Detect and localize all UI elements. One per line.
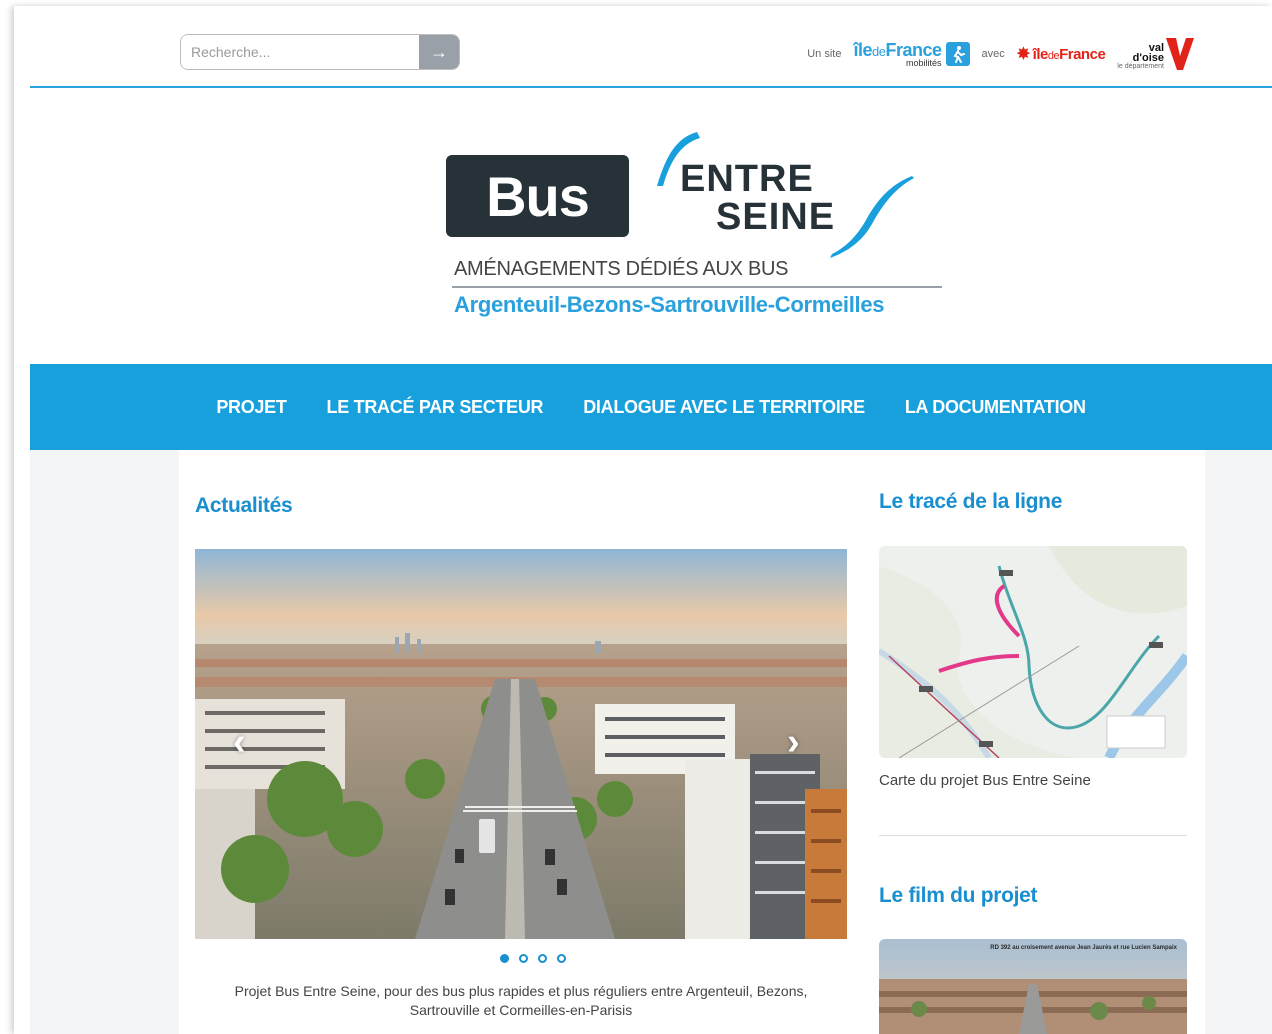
sidebar-divider	[879, 835, 1187, 836]
trace-heading: Le tracé de la ligne	[879, 490, 1063, 513]
film-overlay-text: RD 392 au croisement avenue Jean Jaurès …	[990, 945, 1177, 951]
carousel-next-button[interactable]: ›	[787, 721, 800, 764]
un-site-label: Un site	[807, 48, 842, 60]
news-caption: Projet Bus Entre Seine, pour des bus plu…	[234, 983, 808, 1018]
news-heading: Actualités	[195, 494, 293, 517]
top-bar: → Un site îledeFrance mobilités avec ✸ î…	[30, 6, 1272, 88]
carousel-dot-2[interactable]	[519, 954, 528, 963]
carousel-dot-3[interactable]	[538, 954, 547, 963]
chevron-right-icon: ›	[787, 721, 800, 763]
chevron-left-icon: ‹	[233, 721, 246, 763]
arrow-right-icon: →	[430, 41, 448, 62]
avec-label: avec	[981, 48, 1005, 60]
logo-cities: Argenteuil-Bezons-Sartrouville-Cormeille…	[454, 292, 885, 317]
carousel-prev-button[interactable]: ‹	[233, 721, 246, 764]
bus-wordmark: Bus	[446, 155, 629, 237]
logo-tagline: AMÉNAGEMENTS DÉDIÉS AUX BUS	[454, 258, 789, 280]
nav-item-projet[interactable]: PROJET	[216, 397, 287, 418]
star-icon: ✸	[1016, 46, 1030, 63]
walking-person-icon	[945, 42, 970, 66]
news-slide-image	[195, 549, 847, 939]
film-thumbnail[interactable]: RD 392 au croisement avenue Jean Jaurès …	[879, 939, 1187, 1034]
logo-divider	[452, 286, 942, 288]
carousel-dot-4[interactable]	[557, 954, 566, 963]
partner-logos: Un site îledeFrance mobilités avec ✸ île…	[807, 34, 1194, 74]
nav-item-trace[interactable]: LE TRACÉ PAR SECTEUR	[327, 397, 544, 418]
region-idf-logo[interactable]: ✸ îledeFrance	[1017, 44, 1106, 64]
page: → Un site îledeFrance mobilités avec ✸ î…	[14, 6, 1272, 1034]
trace-map-caption[interactable]: Carte du projet Bus Entre Seine	[879, 772, 1091, 789]
site-logo[interactable]: Bus ENTRE SEINE AMÉNAGEMENTS DÉDIÉS AUX …	[444, 126, 954, 326]
idfm-logo[interactable]: îledeFrance mobilités	[853, 41, 970, 68]
search-submit-button[interactable]: →	[419, 35, 459, 69]
main-nav: PROJET LE TRACÉ PAR SECTEUR DIALOGUE AVE…	[30, 364, 1272, 450]
nav-item-dialogue[interactable]: DIALOGUE AVEC LE TERRITOIRE	[583, 397, 865, 418]
search-input[interactable]	[181, 35, 419, 69]
trace-map-image[interactable]	[879, 546, 1187, 758]
carousel-dots	[500, 954, 566, 963]
val-doise-logo[interactable]: val d'oise le département	[1117, 38, 1194, 70]
news-carousel[interactable]: ‹ ›	[195, 549, 847, 939]
film-heading: Le film du projet	[879, 884, 1038, 907]
v-mark-icon	[1166, 38, 1194, 70]
entre-wordmark: ENTRE	[680, 158, 814, 200]
search-box: →	[180, 34, 460, 70]
carousel-dot-1[interactable]	[500, 954, 509, 963]
seine-wordmark: SEINE	[716, 196, 836, 238]
nav-item-documentation[interactable]: LA DOCUMENTATION	[905, 397, 1086, 418]
